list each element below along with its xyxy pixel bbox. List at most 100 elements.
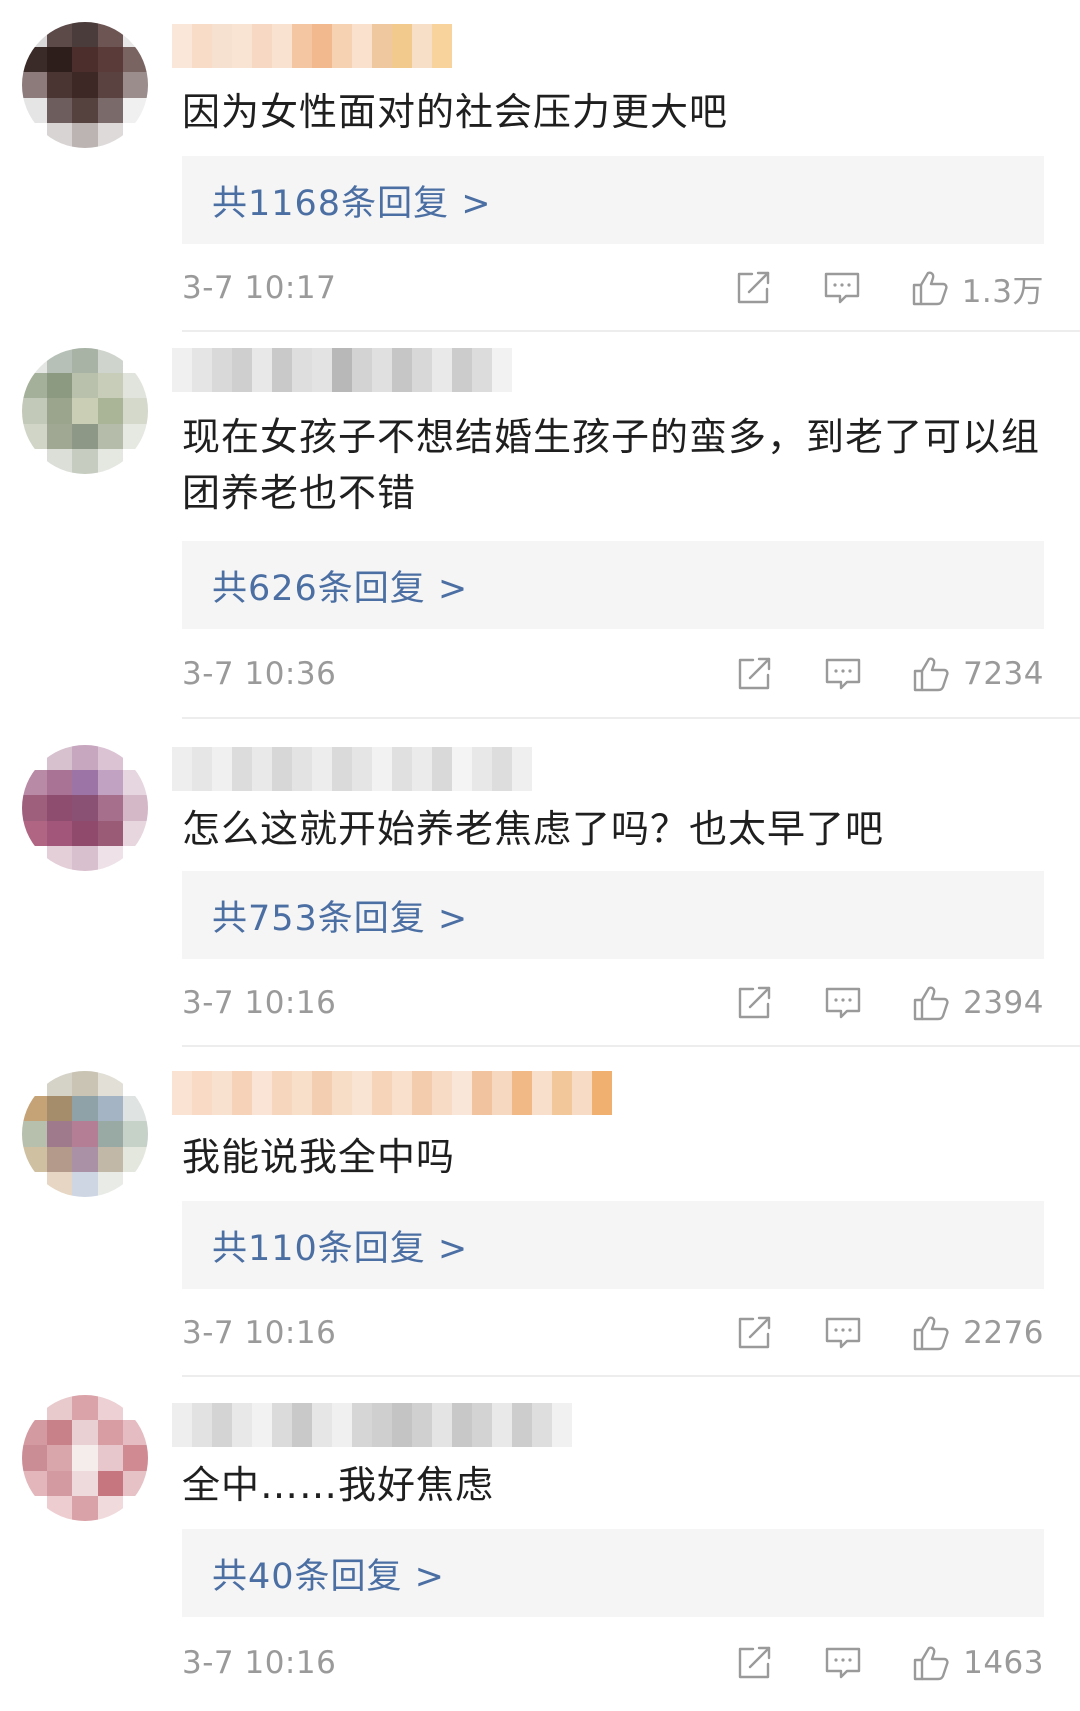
thumbs-up-icon <box>911 654 951 694</box>
username-pixel <box>212 747 232 791</box>
avatar-pixel <box>97 47 123 73</box>
avatar-pixel <box>47 1171 73 1197</box>
avatar-pixel <box>72 72 98 98</box>
username-pixel <box>552 1403 572 1447</box>
share-icon[interactable] <box>735 1313 775 1353</box>
avatar-pixel <box>122 122 148 148</box>
username-pixel <box>192 24 212 68</box>
comment-time: 3-7 10:16 <box>182 1315 337 1351</box>
username-pixel <box>212 1071 232 1115</box>
username-pixel <box>552 1071 572 1115</box>
username-pixel <box>352 24 372 68</box>
like-button[interactable]: 1.3万 <box>910 266 1044 311</box>
username-pixel <box>192 1403 212 1447</box>
username-pixel <box>592 1071 612 1115</box>
username-pixel <box>432 24 452 68</box>
comment-icon[interactable] <box>823 654 863 694</box>
username[interactable] <box>172 1071 612 1115</box>
avatar-pixel <box>72 1096 98 1122</box>
avatar-pixel <box>97 1470 123 1496</box>
avatar-pixel <box>72 373 98 399</box>
avatar-pixel <box>72 398 98 424</box>
avatar-pixel <box>22 1420 48 1446</box>
username-pixel <box>272 1071 292 1115</box>
username-pixel <box>392 24 412 68</box>
avatar-pixel <box>122 398 148 424</box>
username-pixel <box>412 1071 432 1115</box>
avatar-pixel <box>47 1121 73 1147</box>
avatar-pixel <box>72 1171 98 1197</box>
view-replies-button[interactable]: 共1168条回复 > <box>182 156 1044 244</box>
username-pixel <box>452 1403 472 1447</box>
username-pixel <box>352 348 372 392</box>
like-count: 7234 <box>963 656 1044 692</box>
comment-meta: 3-7 10:17 1.3万 <box>182 264 1044 312</box>
share-icon[interactable] <box>734 268 774 308</box>
avatar-pixel <box>72 770 98 796</box>
username-pixel <box>292 1403 312 1447</box>
username-pixel <box>332 24 352 68</box>
avatar-pixel <box>122 795 148 821</box>
username-pixel <box>412 24 432 68</box>
username-pixel <box>192 1071 212 1115</box>
avatar-pixel <box>22 72 48 98</box>
comment-icon[interactable] <box>823 983 863 1023</box>
comment-actions: 1463 <box>735 1643 1044 1683</box>
avatar[interactable] <box>22 745 148 871</box>
username-pixel <box>412 348 432 392</box>
username-pixel <box>212 348 232 392</box>
avatar-pixel <box>22 373 48 399</box>
avatar-pixel <box>22 348 48 374</box>
comment-icon[interactable] <box>823 1643 863 1683</box>
avatar-pixel <box>97 373 123 399</box>
avatar-pixel <box>97 398 123 424</box>
avatar-pixel <box>47 1395 73 1421</box>
username-pixel <box>232 747 252 791</box>
avatar-pixel <box>122 1071 148 1097</box>
view-replies-button[interactable]: 共626条回复 > <box>182 541 1044 629</box>
thumbs-up-icon <box>910 268 950 308</box>
view-replies-button[interactable]: 共110条回复 > <box>182 1201 1044 1289</box>
comment-icon[interactable] <box>822 268 862 308</box>
username-pixel <box>432 1403 452 1447</box>
like-button[interactable]: 1463 <box>911 1643 1044 1683</box>
avatar-pixel <box>97 1420 123 1446</box>
avatar-pixel <box>72 448 98 474</box>
avatar[interactable] <box>22 348 148 474</box>
view-replies-button[interactable]: 共40条回复 > <box>182 1529 1044 1617</box>
username[interactable] <box>172 747 532 791</box>
avatar-pixel <box>22 47 48 73</box>
username[interactable] <box>172 24 452 68</box>
view-replies-button[interactable]: 共753条回复 > <box>182 871 1044 959</box>
avatar-pixel <box>22 97 48 123</box>
avatar-pixel <box>22 770 48 796</box>
avatar-pixel <box>22 22 48 48</box>
comment-meta: 3-7 10:16 <box>182 979 1044 1027</box>
avatar-pixel <box>72 745 98 771</box>
username[interactable] <box>172 1403 572 1447</box>
like-button[interactable]: 2394 <box>911 983 1044 1023</box>
avatar[interactable] <box>22 22 148 148</box>
username[interactable] <box>172 348 512 392</box>
share-icon[interactable] <box>735 983 775 1023</box>
username-pixel <box>472 348 492 392</box>
share-icon[interactable] <box>735 1643 775 1683</box>
avatar[interactable] <box>22 1395 148 1521</box>
avatar[interactable] <box>22 1071 148 1197</box>
username-pixel <box>232 24 252 68</box>
avatar-pixel <box>97 1071 123 1097</box>
avatar-pixel <box>47 770 73 796</box>
avatar-pixel <box>22 1071 48 1097</box>
like-button[interactable]: 2276 <box>911 1313 1044 1353</box>
comment-item: 因为女性面对的社会压力更大吧 共1168条回复 > 3-7 10:17 1.3万 <box>0 0 1080 332</box>
avatar-pixel <box>47 423 73 449</box>
share-icon[interactable] <box>735 654 775 694</box>
avatar-pixel <box>122 1171 148 1197</box>
username-pixel <box>492 1403 512 1447</box>
username-pixel <box>252 1403 272 1447</box>
avatar-pixel <box>22 795 48 821</box>
avatar-pixel <box>97 1395 123 1421</box>
avatar-pixel <box>22 1121 48 1147</box>
like-button[interactable]: 7234 <box>911 654 1044 694</box>
comment-icon[interactable] <box>823 1313 863 1353</box>
